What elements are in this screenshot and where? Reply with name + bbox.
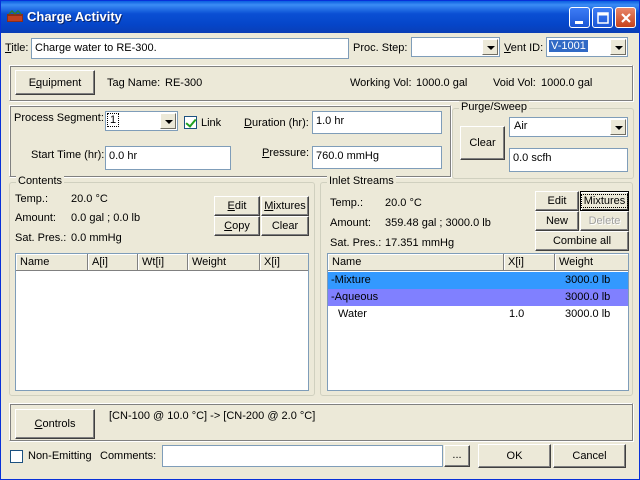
inlet-combine-all-button[interactable]: Combine all xyxy=(535,231,629,251)
list-item[interactable]: Water 1.0 3000.0 lb xyxy=(328,306,628,323)
vent-id-value: V-1001 xyxy=(549,40,588,52)
contents-col-weight[interactable]: Weight xyxy=(188,254,260,271)
comments-input[interactable] xyxy=(162,445,443,467)
equipment-panel xyxy=(9,65,633,101)
inlet-row-weight: 3000.0 lb xyxy=(565,308,611,320)
pressure-input[interactable]: 760.0 mmHg xyxy=(312,146,442,169)
link-checkbox[interactable] xyxy=(184,116,197,129)
chevron-down-icon[interactable] xyxy=(610,119,626,135)
proc-step-select[interactable] xyxy=(411,37,500,57)
process-segment-value: 1 xyxy=(106,113,120,127)
inlet-mixtures-label: Mixtures xyxy=(580,194,629,208)
chevron-down-icon[interactable] xyxy=(160,113,176,129)
purge-sweep-label: Purge/Sweep xyxy=(459,101,530,113)
purge-clear-button[interactable]: Clear xyxy=(460,126,505,160)
inlet-delete-button[interactable]: Delete xyxy=(580,211,629,231)
inlet-mixtures-button[interactable]: Mixtures xyxy=(580,191,629,211)
app-icon xyxy=(7,10,23,22)
start-time-label: Start Time (hr): xyxy=(31,149,105,161)
inlet-satpres-label: Sat. Pres.: xyxy=(330,237,382,249)
comments-browse-button[interactable]: ... xyxy=(444,445,470,467)
controls-panel xyxy=(9,403,633,441)
list-item[interactable]: -Aqueous 3000.0 lb xyxy=(328,289,628,306)
contents-edit-button[interactable]: Edit xyxy=(214,196,260,216)
contents-satpres-value: 0.0 mmHg xyxy=(71,232,122,244)
inlet-row-weight: 3000.0 lb xyxy=(565,274,611,286)
inlet-new-button[interactable]: New xyxy=(535,211,579,231)
controls-button[interactable]: Controls xyxy=(15,409,95,439)
inlet-col-name[interactable]: Name xyxy=(328,254,504,271)
contents-copy-button[interactable]: Copy xyxy=(214,216,260,236)
inlet-streams-label: Inlet Streams xyxy=(327,175,396,187)
inlet-row-x: 1.0 xyxy=(509,308,525,320)
contents-label: Contents xyxy=(16,175,65,187)
inlet-streams-list[interactable]: Name X[i] Weight -Mixture 3000.0 lb -Aqu… xyxy=(327,253,629,391)
pressure-label: Pressure: xyxy=(262,147,310,159)
purge-gas-value: Air xyxy=(514,120,528,132)
comments-label: Comments: xyxy=(100,450,157,462)
contents-col-a[interactable]: A[i] xyxy=(88,254,138,271)
title-input[interactable]: Charge water to RE-300. xyxy=(31,38,349,59)
chevron-down-icon[interactable] xyxy=(482,39,498,55)
close-button[interactable] xyxy=(615,7,636,28)
working-vol-label: Working Vol: xyxy=(350,77,412,89)
inlet-row-name: -Mixture xyxy=(331,274,371,286)
charge-activity-window: Charge Activity Title: Charge water to R… xyxy=(0,0,640,480)
non-emitting-checkbox[interactable] xyxy=(10,450,23,463)
duration-input[interactable]: 1.0 hr xyxy=(312,111,442,134)
inlet-col-weight[interactable]: Weight xyxy=(555,254,628,271)
contents-col-wt[interactable]: Wt[i] xyxy=(138,254,188,271)
tag-name-value: RE-300 xyxy=(165,77,203,89)
window-title: Charge Activity xyxy=(27,9,122,24)
vent-id-label: Vent ID: xyxy=(504,42,544,54)
title-label: Title: xyxy=(5,42,29,54)
minimize-icon xyxy=(575,21,583,24)
void-vol-label: Void Vol: xyxy=(493,77,536,89)
contents-list[interactable]: Name A[i] Wt[i] Weight X[i] xyxy=(15,253,309,391)
inlet-temp-value: 20.0 °C xyxy=(385,197,422,209)
vent-id-select[interactable]: V-1001 xyxy=(546,37,628,57)
inlet-col-x[interactable]: X[i] xyxy=(504,254,555,271)
link-label: Link xyxy=(201,117,222,129)
controls-summary: [CN-100 @ 10.0 °C] -> [CN-200 @ 2.0 °C] xyxy=(109,410,316,422)
proc-step-label: Proc. Step: xyxy=(353,42,408,54)
list-item[interactable]: -Mixture 3000.0 lb xyxy=(328,272,628,289)
close-icon xyxy=(621,13,631,23)
start-time-input[interactable]: 0.0 hr xyxy=(105,146,231,170)
title-bar[interactable]: Charge Activity xyxy=(1,1,639,33)
inlet-row-weight: 3000.0 lb xyxy=(565,291,611,303)
inlet-satpres-value: 17.351 mmHg xyxy=(385,237,455,249)
inlet-amount-value: 359.48 gal ; 3000.0 lb xyxy=(385,217,491,229)
inlet-amount-label: Amount: xyxy=(330,217,371,229)
ok-button[interactable]: OK xyxy=(478,444,551,468)
contents-amount-value: 0.0 gal ; 0.0 lb xyxy=(71,212,141,224)
process-segment-select[interactable]: 1 xyxy=(105,111,178,131)
equipment-button[interactable]: Equipment xyxy=(15,70,95,95)
contents-col-x[interactable]: X[i] xyxy=(260,254,308,271)
contents-temp-label: Temp.: xyxy=(15,193,49,205)
inlet-edit-button[interactable]: Edit xyxy=(535,191,579,211)
duration-label: Duration (hr): xyxy=(244,117,309,129)
inlet-row-name: -Aqueous xyxy=(331,291,379,303)
inlet-row-name: Water xyxy=(338,308,367,320)
contents-amount-label: Amount: xyxy=(15,212,56,224)
purge-flow-input[interactable]: 0.0 scfh xyxy=(509,148,628,172)
cancel-button[interactable]: Cancel xyxy=(553,444,626,468)
purge-gas-select[interactable]: Air xyxy=(509,117,628,137)
non-emitting-label: Non-Emitting xyxy=(28,450,92,462)
working-vol-value: 1000.0 gal xyxy=(416,77,468,89)
contents-satpres-label: Sat. Pres.: xyxy=(15,232,67,244)
maximize-icon xyxy=(597,12,609,24)
maximize-button[interactable] xyxy=(592,7,613,28)
process-segment-label: Process Segment: xyxy=(14,112,104,124)
contents-mixtures-button[interactable]: Mixtures xyxy=(261,196,309,216)
minimize-button[interactable] xyxy=(569,7,590,28)
chevron-down-icon[interactable] xyxy=(610,39,626,55)
void-vol-value: 1000.0 gal xyxy=(541,77,593,89)
tag-name-label: Tag Name: xyxy=(107,77,161,89)
contents-col-name[interactable]: Name xyxy=(16,254,88,271)
contents-clear-button[interactable]: Clear xyxy=(261,216,309,236)
inlet-temp-label: Temp.: xyxy=(330,197,364,209)
contents-temp-value: 20.0 °C xyxy=(71,193,108,205)
